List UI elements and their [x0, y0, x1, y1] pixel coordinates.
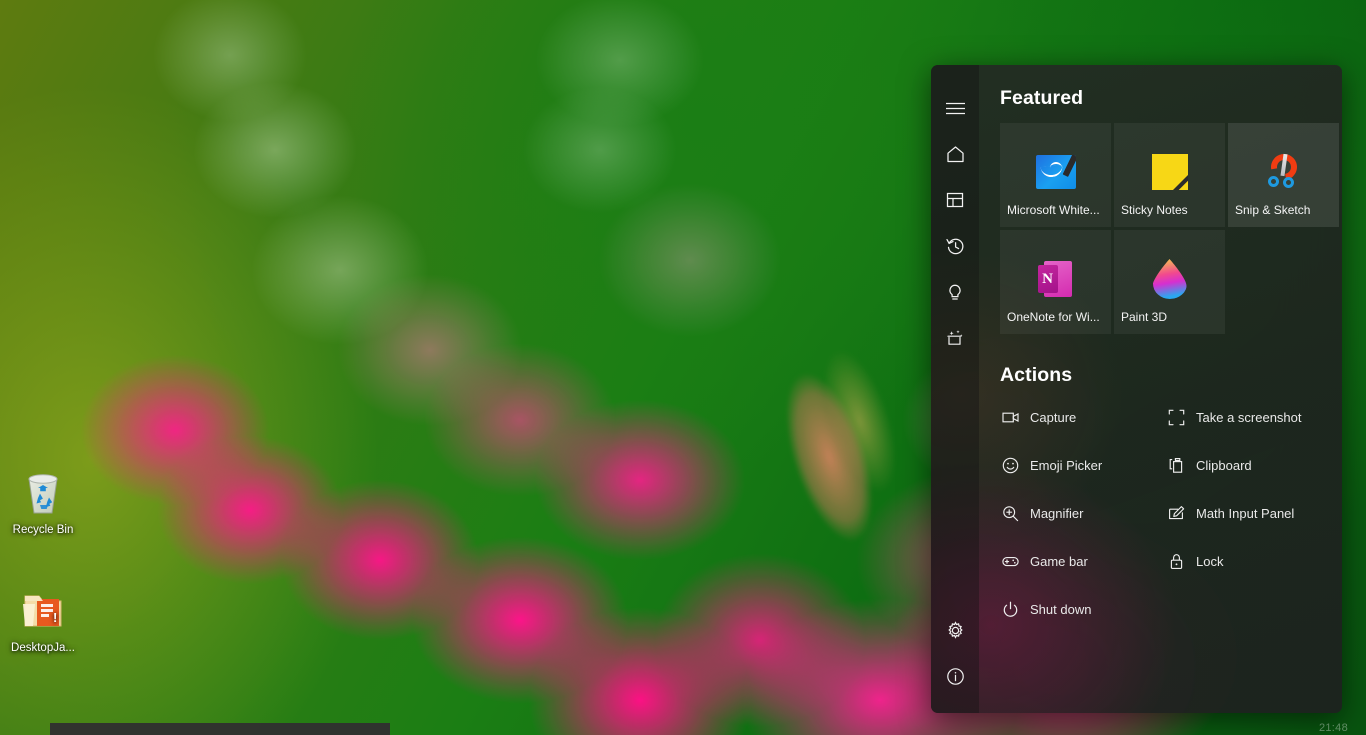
- tile-onenote-for-windows[interactable]: N OneNote for Wi...: [1000, 230, 1111, 334]
- sparkle-icon: [945, 328, 965, 348]
- recycle-bin-icon: [0, 468, 86, 518]
- padlock-icon: [1168, 553, 1185, 570]
- rail-item-menu[interactable]: [931, 85, 979, 131]
- hamburger-menu-icon: [945, 101, 966, 116]
- desktop-icon-label: DesktopJa...: [9, 641, 77, 656]
- smiley-face-icon: [1002, 457, 1019, 474]
- action-clipboard[interactable]: Clipboard: [1166, 441, 1332, 489]
- action-shut-down[interactable]: Shut down: [1000, 585, 1166, 633]
- tile-label: Paint 3D: [1114, 310, 1225, 334]
- onenote-icon: N: [1000, 256, 1111, 302]
- tile-label: Microsoft White...: [1000, 203, 1111, 227]
- snip-sketch-icon: [1228, 149, 1339, 195]
- lightbulb-icon: [946, 283, 964, 302]
- panel-content: Featured Microsoft White... Sticky Notes: [979, 65, 1342, 713]
- apps-grid-icon: [946, 191, 964, 209]
- action-label: Shut down: [1030, 602, 1091, 617]
- taskbar-strip[interactable]: [50, 723, 390, 735]
- action-label: Game bar: [1030, 554, 1088, 569]
- rail-item-about[interactable]: [931, 653, 979, 699]
- action-math-input-panel[interactable]: Math Input Panel: [1166, 489, 1332, 537]
- rail-item-settings[interactable]: [931, 607, 979, 653]
- history-icon: [946, 237, 965, 256]
- rail-item-home[interactable]: [931, 131, 979, 177]
- featured-title: Featured: [1000, 87, 1322, 110]
- action-label: Emoji Picker: [1030, 458, 1102, 473]
- gamepad-icon: [1002, 553, 1019, 570]
- tile-paint-3d[interactable]: Paint 3D: [1114, 230, 1225, 334]
- gear-icon: [946, 621, 965, 640]
- info-icon: [946, 667, 965, 686]
- desktop-icon-recycle-bin[interactable]: Recycle Bin: [0, 468, 86, 538]
- tile-sticky-notes[interactable]: Sticky Notes: [1114, 123, 1225, 227]
- clipboard-icon: [1168, 457, 1185, 474]
- action-take-a-screenshot[interactable]: Take a screenshot: [1166, 393, 1332, 441]
- pencil-square-icon: [1168, 505, 1185, 522]
- featured-tiles-grid: Microsoft White... Sticky Notes Snip & S…: [1000, 123, 1339, 334]
- action-label: Take a screenshot: [1196, 410, 1302, 425]
- action-magnifier[interactable]: Magnifier: [1000, 489, 1166, 537]
- rail-bottom-group: [931, 607, 979, 713]
- whiteboard-icon: [1000, 149, 1111, 195]
- action-label: Math Input Panel: [1196, 506, 1294, 521]
- panel-left-rail: [931, 65, 979, 713]
- svg-text:!: !: [53, 610, 57, 625]
- rail-item-new[interactable]: [931, 315, 979, 361]
- rail-item-tips[interactable]: [931, 269, 979, 315]
- video-capture-icon: [1002, 409, 1019, 426]
- desktop-icon-desktop-folder[interactable]: ! DesktopJa...: [0, 586, 86, 656]
- action-emoji-picker[interactable]: Emoji Picker: [1000, 441, 1166, 489]
- action-label: Clipboard: [1196, 458, 1252, 473]
- tile-microsoft-whiteboard[interactable]: Microsoft White...: [1000, 123, 1111, 227]
- tile-label: Sticky Notes: [1114, 203, 1225, 227]
- ink-workspace-panel: Featured Microsoft White... Sticky Notes: [931, 65, 1342, 713]
- tile-label: OneNote for Wi...: [1000, 310, 1111, 334]
- action-lock[interactable]: Lock: [1166, 537, 1332, 585]
- power-icon: [1002, 601, 1019, 618]
- desktop-icon-label: Recycle Bin: [11, 523, 76, 538]
- rail-item-recent[interactable]: [931, 223, 979, 269]
- action-label: Lock: [1196, 554, 1223, 569]
- action-capture[interactable]: Capture: [1000, 393, 1166, 441]
- tile-label: Snip & Sketch: [1228, 203, 1339, 227]
- moth-decoration: [740, 311, 960, 570]
- action-label: Magnifier: [1030, 506, 1083, 521]
- home-icon: [946, 145, 965, 164]
- taskbar-clock[interactable]: 21:48: [1319, 722, 1348, 734]
- paint3d-icon: [1114, 256, 1225, 302]
- tile-snip-and-sketch[interactable]: Snip & Sketch: [1228, 123, 1339, 227]
- actions-title: Actions: [1000, 364, 1322, 387]
- folder-with-document-icon: !: [0, 586, 86, 636]
- sticky-notes-icon: [1114, 149, 1225, 195]
- actions-grid: Capture Take a screenshot: [1000, 393, 1322, 633]
- action-game-bar[interactable]: Game bar: [1000, 537, 1166, 585]
- action-label: Capture: [1030, 410, 1076, 425]
- rail-item-all-apps[interactable]: [931, 177, 979, 223]
- screenshot-crop-icon: [1168, 409, 1185, 426]
- magnifier-plus-icon: [1002, 505, 1019, 522]
